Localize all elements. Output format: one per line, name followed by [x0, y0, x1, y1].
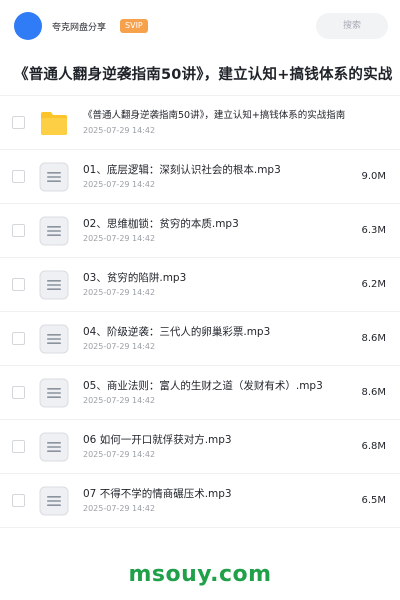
- file-date: 2025-07-29 14:42: [83, 288, 156, 297]
- row-checkbox[interactable]: [12, 494, 25, 507]
- file-date: 2025-07-29 14:42: [83, 126, 156, 135]
- avatar[interactable]: [14, 12, 42, 40]
- row-checkbox[interactable]: [12, 278, 25, 291]
- file-info: 04、阶级逆袭：三代人的卵巢彩票.mp3 2025-07-29 14:42: [83, 325, 353, 352]
- row-checkbox[interactable]: [12, 170, 25, 183]
- row-checkbox[interactable]: [12, 116, 25, 129]
- file-name: 07 不得不学的情商碾压术.mp3: [83, 488, 232, 500]
- file-info: 05、商业法则：富人的生财之道（发财有术）.mp3 2025-07-29 14:…: [83, 379, 353, 406]
- file-size: 9.0M: [361, 171, 386, 182]
- row-checkbox[interactable]: [12, 386, 25, 399]
- file-size: 8.6M: [361, 333, 386, 344]
- audio-file-icon: [39, 432, 69, 462]
- audio-file-icon: [39, 378, 69, 408]
- file-row[interactable]: 05、商业法则：富人的生财之道（发财有术）.mp3 2025-07-29 14:…: [0, 366, 400, 420]
- row-checkbox[interactable]: [12, 332, 25, 345]
- file-info: 01、底层逻辑：深刻认识社会的根本.mp3 2025-07-29 14:42: [83, 163, 353, 190]
- file-size: 6.8M: [361, 441, 386, 452]
- file-row[interactable]: 06 如何一开口就俘获对方.mp3 2025-07-29 14:42 6.8M: [0, 420, 400, 474]
- watermark: msouy.com: [128, 562, 272, 587]
- file-size: 6.3M: [361, 225, 386, 236]
- row-checkbox[interactable]: [12, 440, 25, 453]
- file-name: 《普通人翻身逆袭指南50讲》，建立认知+搞钱体系的实战指南: [83, 110, 346, 121]
- page: 夸克网盘分享 SVIP 《普通人翻身逆袭指南50讲》，建立认知+搞钱体系的实战 …: [0, 0, 400, 600]
- share-title: 《普通人翻身逆袭指南50讲》，建立认知+搞钱体系的实战: [14, 67, 393, 83]
- file-row[interactable]: 02、思维枷锁：贫穷的本质.mp3 2025-07-29 14:42 6.3M: [0, 204, 400, 258]
- file-info: 《普通人翻身逆袭指南50讲》，建立认知+搞钱体系的实战指南 2025-07-29…: [83, 109, 386, 136]
- file-list: 《普通人翻身逆袭指南50讲》，建立认知+搞钱体系的实战指南 2025-07-29…: [0, 96, 400, 528]
- row-checkbox[interactable]: [12, 224, 25, 237]
- file-size: 6.5M: [361, 495, 386, 506]
- file-row-folder[interactable]: 《普通人翻身逆袭指南50讲》，建立认知+搞钱体系的实战指南 2025-07-29…: [0, 96, 400, 150]
- file-name: 06 如何一开口就俘获对方.mp3: [83, 434, 232, 446]
- app-name: 夸克网盘分享: [52, 22, 107, 33]
- file-info: 07 不得不学的情商碾压术.mp3 2025-07-29 14:42: [83, 487, 353, 514]
- file-row[interactable]: 03、贫穷的陷阱.mp3 2025-07-29 14:42 6.2M: [0, 258, 400, 312]
- file-name: 05、商业法则：富人的生财之道（发财有术）.mp3: [83, 380, 323, 392]
- file-date: 2025-07-29 14:42: [83, 504, 156, 513]
- search-input[interactable]: [316, 13, 388, 39]
- file-size: 8.6M: [361, 387, 386, 398]
- file-date: 2025-07-29 14:42: [83, 180, 156, 189]
- file-row[interactable]: 01、底层逻辑：深刻认识社会的根本.mp3 2025-07-29 14:42 9…: [0, 150, 400, 204]
- file-date: 2025-07-29 14:42: [83, 234, 156, 243]
- file-date: 2025-07-29 14:42: [83, 450, 156, 459]
- file-name: 03、贫穷的陷阱.mp3: [83, 272, 187, 284]
- file-name: 04、阶级逆袭：三代人的卵巢彩票.mp3: [83, 326, 271, 338]
- header: 夸克网盘分享 SVIP: [0, 0, 400, 52]
- svip-badge: SVIP: [120, 19, 148, 33]
- audio-file-icon: [39, 324, 69, 354]
- file-info: 02、思维枷锁：贫穷的本质.mp3 2025-07-29 14:42: [83, 217, 353, 244]
- file-name: 01、底层逻辑：深刻认识社会的根本.mp3: [83, 164, 281, 176]
- file-name: 02、思维枷锁：贫穷的本质.mp3: [83, 218, 239, 230]
- folder-icon: [39, 108, 69, 138]
- audio-file-icon: [39, 270, 69, 300]
- file-info: 06 如何一开口就俘获对方.mp3 2025-07-29 14:42: [83, 433, 353, 460]
- file-date: 2025-07-29 14:42: [83, 396, 156, 405]
- file-row[interactable]: 07 不得不学的情商碾压术.mp3 2025-07-29 14:42 6.5M: [0, 474, 400, 528]
- share-title-bar: 《普通人翻身逆袭指南50讲》，建立认知+搞钱体系的实战: [0, 52, 400, 96]
- file-row[interactable]: 04、阶级逆袭：三代人的卵巢彩票.mp3 2025-07-29 14:42 8.…: [0, 312, 400, 366]
- audio-file-icon: [39, 486, 69, 516]
- audio-file-icon: [39, 162, 69, 192]
- audio-file-icon: [39, 216, 69, 246]
- file-size: 6.2M: [361, 279, 386, 290]
- file-date: 2025-07-29 14:42: [83, 342, 156, 351]
- file-info: 03、贫穷的陷阱.mp3 2025-07-29 14:42: [83, 271, 353, 298]
